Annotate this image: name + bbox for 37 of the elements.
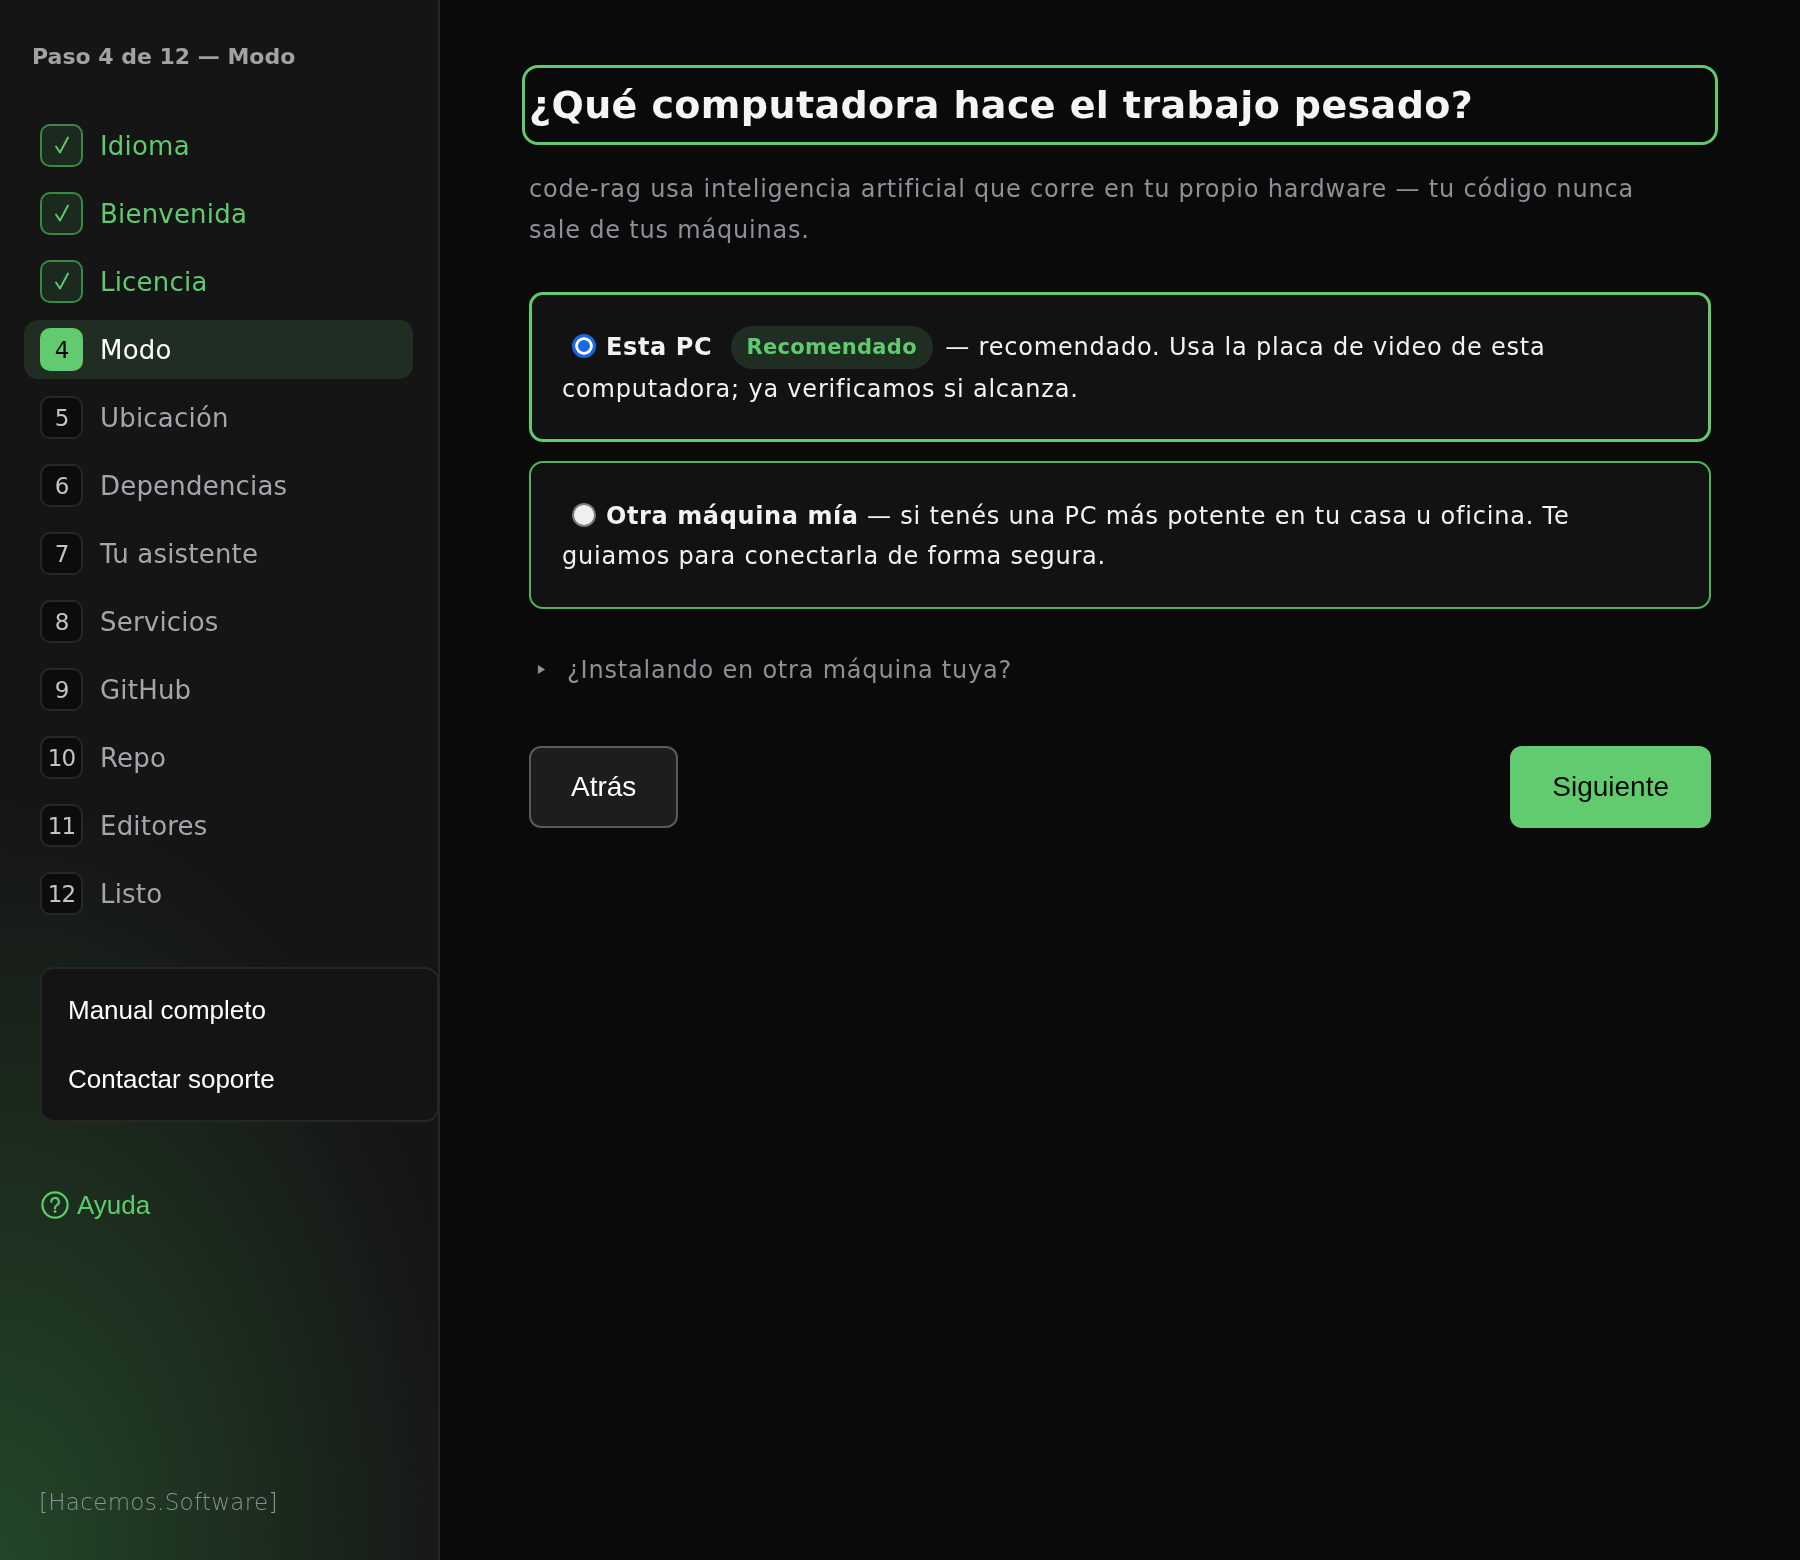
page-description: code-rag usa inteligencia artificial que corre en tu propio hardware — tu código nunca sale de tus máquinas. xyxy=(529,174,1635,246)
back-button[interactable]: Atrás xyxy=(529,745,679,828)
page-title: ¿Qué computadora hace el trabajo pesado? xyxy=(522,65,1718,145)
radio-button[interactable] xyxy=(572,334,596,358)
step-number: 7 xyxy=(40,532,83,575)
help-link[interactable]: Ayuda xyxy=(41,1190,151,1220)
radio-button[interactable] xyxy=(572,502,596,527)
step-item[interactable]: Licencia xyxy=(24,252,413,311)
step-number: 10 xyxy=(40,736,83,779)
step-item[interactable]: 7 Tu asistente xyxy=(24,524,413,583)
step-item[interactable]: 9 GitHub xyxy=(24,660,413,719)
step-item[interactable]: 5 Ubicación xyxy=(24,388,413,447)
step-item[interactable]: 12 Listo xyxy=(24,864,413,923)
step-number: 5 xyxy=(40,396,83,439)
step-item[interactable]: 11 Editores xyxy=(24,796,413,855)
step-number: 4 xyxy=(40,328,83,371)
option-badge: Recomendado xyxy=(730,325,933,369)
step-number: 6 xyxy=(40,464,83,507)
next-button[interactable]: Siguiente xyxy=(1510,745,1711,828)
sidebar-link[interactable]: Manual completo xyxy=(68,981,266,1039)
step-item[interactable]: Bienvenida xyxy=(24,184,413,243)
brand-logo: [Hacemos.Software] xyxy=(39,1488,278,1517)
step-number: 11 xyxy=(40,804,83,847)
step-item[interactable]: 4 Modo xyxy=(24,320,413,379)
step-item[interactable]: Idioma xyxy=(24,116,413,175)
step-item[interactable]: 6 Dependencias xyxy=(24,456,413,515)
step-number: 12 xyxy=(40,872,83,915)
step-item[interactable]: 8 Servicios xyxy=(24,592,413,651)
progress-label: Paso 4 de 12 — Modo xyxy=(32,43,296,71)
disclosure-toggle[interactable]: ¿Instalando en otra máquina tuya? xyxy=(529,654,1013,685)
step-item[interactable]: 10 Repo xyxy=(24,728,413,787)
sidebar-link[interactable]: Contactar soporte xyxy=(68,1050,275,1108)
option-card[interactable]: Otra máquina mía — si tenés una PC más potente en tu casa u oficina. Te guiamos para conectarla de forma segura. xyxy=(529,460,1711,609)
option-card[interactable]: Esta PC Recomendado — recomendado. Usa la placa de video de esta computadora; ya verificamos si alcanza. xyxy=(529,292,1711,442)
step-number: 9 xyxy=(40,668,83,711)
step-number: 8 xyxy=(40,600,83,643)
help-icon xyxy=(41,1191,69,1219)
